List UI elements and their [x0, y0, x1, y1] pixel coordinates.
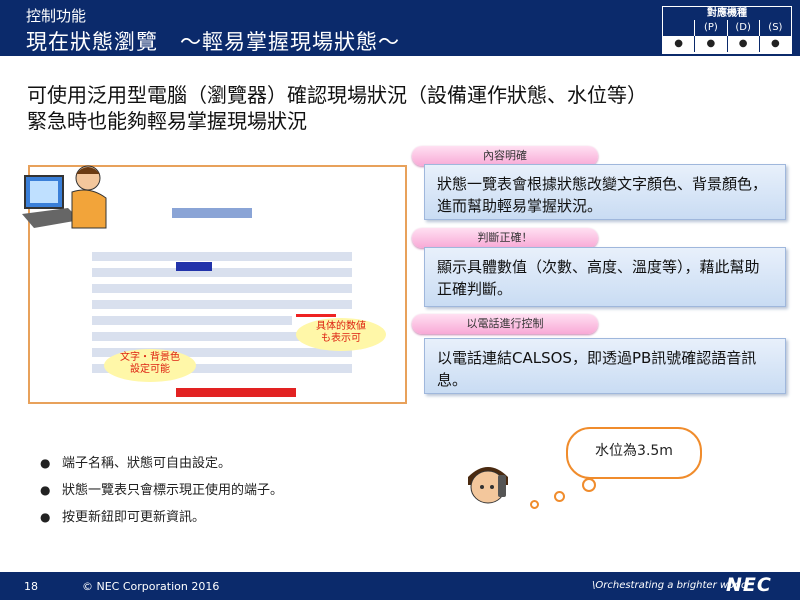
alert-cell	[176, 388, 296, 397]
highlight-underline	[296, 314, 336, 317]
compat-label: (P)	[694, 20, 727, 36]
list-item: ● 端子名稱、狀態可自由設定。	[40, 450, 283, 477]
compat-table: 對應機種 (P) (D) (S) ● ● ● ●	[662, 6, 792, 54]
headline-line: 可使用泛用型電腦（瀏覽器）確認現場狀況（設備運作狀態、水位等）	[27, 83, 647, 107]
table-row	[92, 268, 352, 277]
table-row	[92, 252, 352, 261]
thought-dot	[530, 500, 539, 509]
bullet-icon: ●	[40, 483, 51, 497]
compat-label: (S)	[758, 20, 791, 36]
headline: 可使用泛用型電腦（瀏覽器）確認現場狀況（設備運作狀態、水位等） 緊急時也能夠輕易…	[27, 82, 647, 134]
status-cell	[176, 262, 212, 271]
page-number: 18	[24, 580, 38, 593]
thought-dot	[554, 491, 565, 502]
bullet-icon: ●	[40, 510, 51, 524]
bullet-list: ● 端子名稱、狀態可自由設定。 ● 狀態一覽表只會標示現正使用的端子。 ● 按更新鈕即…	[40, 450, 283, 531]
compat-mark: ●	[726, 36, 759, 52]
feature-box: 狀態一覽表會根據狀態改變文字顏色、背景顏色，進而幫助輕易掌握狀況。	[424, 164, 786, 220]
thought-dot	[582, 478, 596, 492]
compat-mark: ●	[674, 38, 683, 49]
table-row	[92, 284, 352, 293]
slide-title: 現在狀態瀏覽 ～輕易掌握現場狀態～	[26, 30, 400, 54]
headline-line: 緊急時也能夠輕易掌握現場狀況	[27, 109, 307, 133]
computer-user-illustration	[22, 165, 107, 229]
feature-tag: 以電話進行控制	[412, 314, 598, 334]
list-item: ● 按更新鈕即可更新資訊。	[40, 504, 283, 531]
section-subtitle: 控制功能	[26, 7, 87, 25]
feature-box: 以電話連結CALSOS，即透過PB訊號確認語音訊息。	[424, 338, 786, 394]
bullet-icon: ●	[40, 456, 51, 470]
compat-mark: ●	[758, 36, 791, 52]
feature-tag: 判斷正確！	[412, 228, 598, 248]
tagline: \Orchestrating a brighter world	[592, 580, 748, 591]
callout-value: 具体的数値 も表示可	[296, 318, 386, 351]
list-item: ● 狀態一覽表只會標示現正使用的端子。	[40, 477, 283, 504]
status-list-title	[172, 208, 252, 218]
callout-color: 文字・背景色 設定可能	[104, 349, 196, 382]
compat-label: (D)	[726, 20, 759, 36]
compat-mark: ●	[694, 36, 726, 52]
compat-table-heading: 對應機種	[663, 7, 791, 20]
table-row	[92, 316, 292, 325]
compat-label	[663, 20, 695, 36]
nec-logo: NEC	[726, 574, 772, 596]
phone-user-illustration	[468, 467, 508, 504]
table-row	[92, 300, 352, 309]
feature-box: 顯示具體數值（次數、高度、溫度等），藉此幫助正確判斷。	[424, 247, 786, 307]
feature-tag: 內容明確	[412, 146, 598, 166]
copyright: © NEC Corporation 2016	[82, 580, 220, 593]
slide-header: 控制功能 現在狀態瀏覽 ～輕易掌握現場狀態～ 對應機種 (P) (D) (S) …	[0, 0, 800, 56]
slide-footer: 18 © NEC Corporation 2016 \Orchestrating…	[0, 572, 800, 600]
speech-bubble: 水位為3.5m	[566, 427, 702, 479]
